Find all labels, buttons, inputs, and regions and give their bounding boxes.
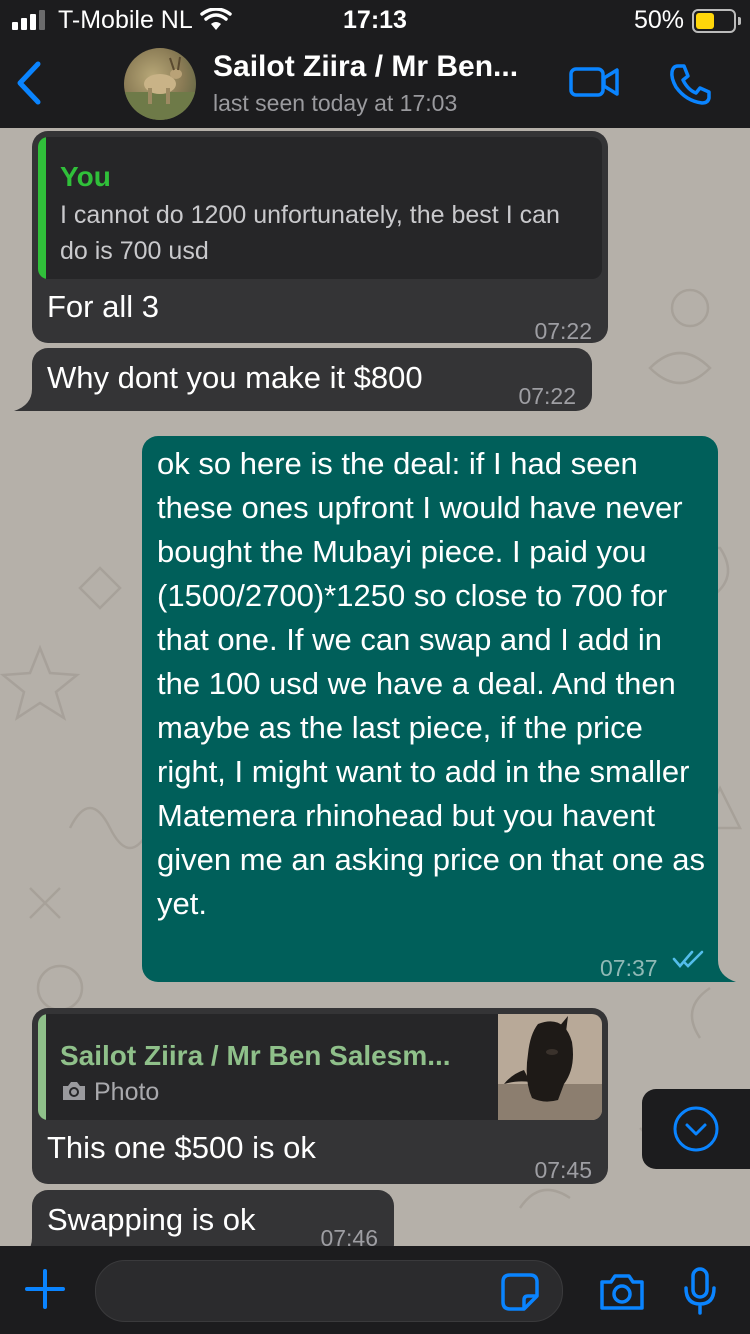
quote-accent-bar [38,1014,46,1120]
message-time: 07:37 [600,955,658,981]
battery-icon [692,9,741,33]
message-text: For all 3 [47,289,159,324]
quote-author: Sailot Ziira / Mr Ben Salesm... [60,1040,451,1071]
message-time: 07:22 [534,318,592,344]
video-camera-icon[interactable] [568,62,620,102]
message-time: 07:45 [534,1157,592,1183]
message-text: Swapping is ok [47,1202,256,1237]
avatar[interactable] [124,48,196,120]
message-text: This one $500 is ok [47,1130,316,1165]
camera-icon [63,1082,85,1100]
quoted-message[interactable]: Sailot Ziira / Mr Ben Salesm... Photo [38,1014,602,1120]
chevron-left-icon[interactable] [14,60,44,106]
message-time: 07:46 [320,1225,378,1246]
quoted-message[interactable]: You I cannot do 1200 unfortunately, the … [38,137,602,279]
message-text: Why dont you make it $800 [47,360,423,395]
quote-text: Photo [94,1078,160,1106]
sticker-icon[interactable] [500,1272,540,1312]
message-time: 07:22 [518,383,576,409]
status-bar: T-Mobile NL 17:13 50% [0,0,750,40]
message-list[interactable]: You I cannot do 1200 unfortunately, the … [0,128,750,1246]
photo-thumbnail[interactable] [498,1014,602,1120]
message-text: ok so here is the deal: if I had seen th… [157,446,706,921]
outgoing-message[interactable]: ok so here is the deal: if I had seen th… [142,436,736,982]
bubble-tail [14,389,40,411]
incoming-message[interactable]: Why dont you make it $800 07:22 [14,348,592,411]
bubble-tail [710,960,736,982]
chevron-down-circle-icon [673,1106,719,1152]
last-seen-status: last seen today at 17:03 [213,90,458,116]
phone-icon[interactable] [668,62,712,106]
camera-icon[interactable] [598,1272,646,1312]
scroll-to-bottom-button[interactable] [642,1089,750,1169]
incoming-message[interactable]: Swapping is ok 07:46 [30,1190,394,1246]
quote-author: You [60,161,111,192]
incoming-message[interactable]: Sailot Ziira / Mr Ben Salesm... Photo Th… [32,1008,608,1184]
chat-header: Sailot Ziira / Mr Ben... last seen today… [0,40,750,128]
contact-name[interactable]: Sailot Ziira / Mr Ben... [213,50,518,84]
message-input[interactable] [95,1260,563,1322]
bubble-tail [30,1238,40,1246]
incoming-message[interactable]: You I cannot do 1200 unfortunately, the … [32,131,608,344]
microphone-icon[interactable] [682,1266,718,1316]
quote-text: I cannot do 1200 unfortunately, the best… [60,201,560,265]
quote-accent-bar [38,137,46,279]
battery-percentage: 50% [633,6,684,34]
double-check-icon [672,950,704,968]
plus-icon[interactable] [24,1268,66,1310]
message-input-bar [0,1246,750,1334]
